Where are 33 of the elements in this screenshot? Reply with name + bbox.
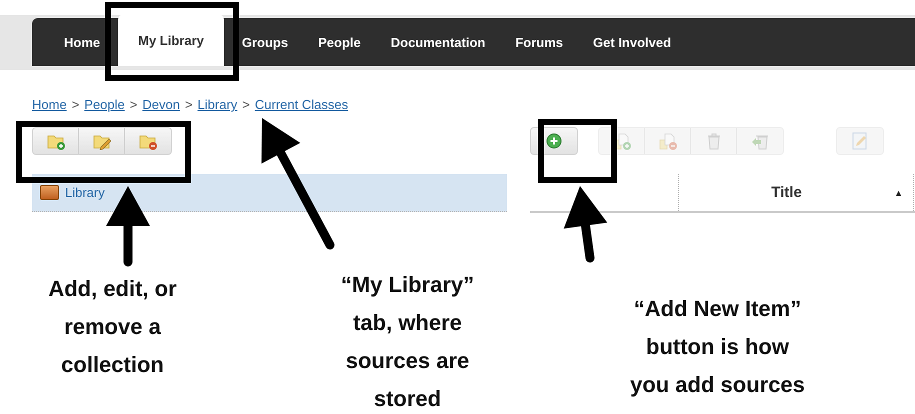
add-icon	[546, 133, 562, 149]
collection-label: Library	[65, 185, 105, 200]
nav-tab[interactable]: My Library	[118, 14, 224, 66]
column-header[interactable]: Title ▲	[679, 174, 914, 211]
callout-text: “My Library” tab, where sources are stored	[340, 271, 476, 413]
trash-restore-icon	[751, 132, 769, 150]
nav-tab[interactable]: Get Involved	[581, 18, 684, 66]
breadcrumb-link[interactable]: Home	[32, 97, 67, 112]
trash-icon	[706, 132, 720, 150]
nav-tab[interactable]: Forums	[503, 18, 576, 66]
sort-arrow[interactable]: ▲	[894, 188, 903, 198]
nav-tab[interactable]: Home	[52, 18, 112, 66]
breadcrumb-link[interactable]: Devon	[142, 97, 180, 112]
breadcrumb-separator: >	[184, 97, 193, 112]
nav-tab[interactable]: Documentation	[378, 18, 498, 66]
breadcrumb-link[interactable]: Current Classes	[254, 97, 348, 112]
box-icon	[40, 185, 59, 200]
callout-text: “Add New Item” button is how you add sources	[629, 295, 806, 399]
nav-tab[interactable]: Groups	[230, 18, 300, 66]
collection-row[interactable]: Library	[32, 174, 507, 212]
edit-note-icon	[852, 132, 868, 150]
folder-plus-icon	[46, 132, 64, 150]
folder-pencil-icon	[92, 132, 110, 150]
breadcrumb-link[interactable]: Library	[198, 97, 238, 112]
breadcrumb-separator: >	[72, 97, 80, 112]
callout-text: Add, edit, or remove a collection	[47, 275, 178, 379]
breadcrumb-separator: >	[130, 97, 138, 112]
breadcrumb-separator: >	[242, 97, 250, 112]
document-minus-icon	[658, 132, 676, 150]
folder-minus-icon	[139, 132, 157, 150]
breadcrumb-link[interactable]: People	[84, 97, 125, 112]
column-title: Title	[770, 184, 803, 201]
nav-tab[interactable]: People	[306, 18, 373, 66]
